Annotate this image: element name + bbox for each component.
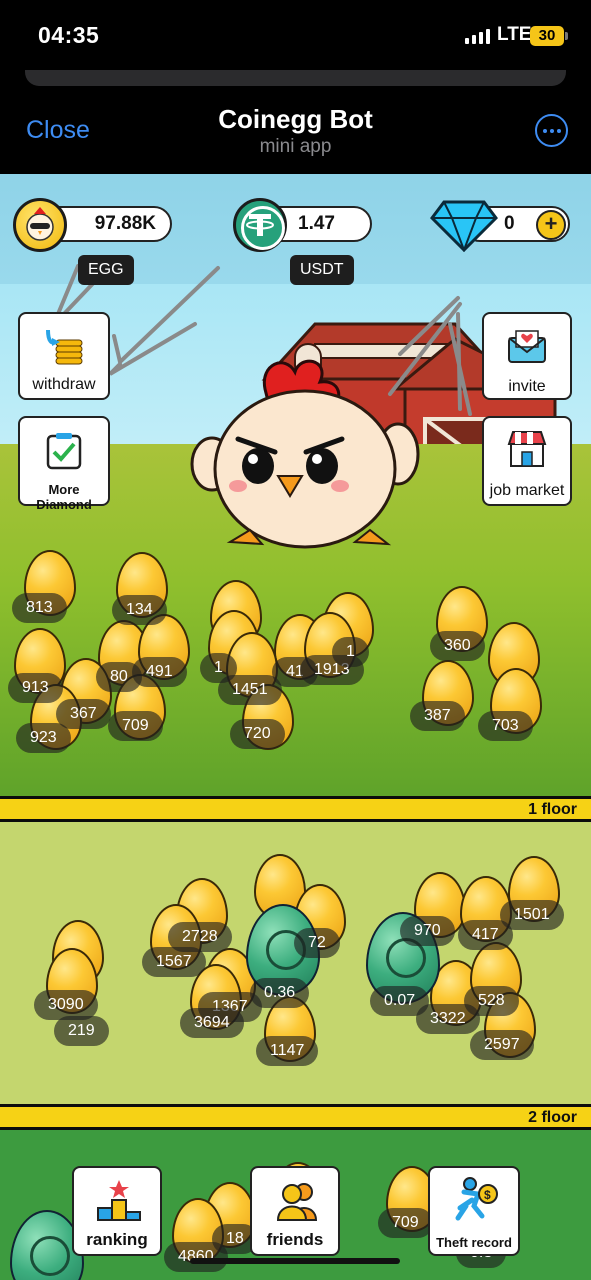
storefront-icon — [507, 431, 547, 467]
egg-value-label: 134 — [112, 595, 167, 625]
friends-label: friends — [266, 1230, 324, 1249]
diamond-balance-value: 0 — [504, 213, 515, 234]
home-indicator[interactable] — [190, 1258, 400, 1264]
friends-icon — [276, 1183, 318, 1221]
egg-coin-icon — [13, 198, 67, 252]
egg-tag: EGG — [78, 255, 134, 285]
egg-value-label: 2597 — [470, 1030, 534, 1060]
svg-text:$: $ — [484, 1188, 491, 1202]
ranking-label: ranking — [86, 1230, 148, 1249]
app-title: Coinegg Bot — [218, 104, 373, 134]
add-diamond-button[interactable]: + — [536, 210, 566, 240]
egg-value-label: 1451 — [218, 675, 282, 705]
egg-value-label: 703 — [478, 711, 533, 741]
egg-balance-value: 97.88K — [94, 213, 156, 234]
egg-value-label: 417 — [458, 920, 513, 950]
egg-value-label: 387 — [410, 701, 465, 731]
egg-value-label: 720 — [230, 719, 285, 749]
egg-value-label: 813 — [12, 593, 67, 623]
egg-value-label: 709 — [378, 1208, 433, 1238]
coin-stack-icon — [46, 329, 83, 365]
signal-icon — [465, 28, 490, 44]
diamond-icon — [430, 200, 498, 252]
withdraw-button[interactable]: withdraw — [18, 312, 110, 400]
invite-button[interactable]: invite — [482, 312, 572, 400]
podium-icon — [97, 1180, 141, 1221]
egg-value-label: 923 — [16, 723, 71, 753]
egg-value-label: 1567 — [142, 947, 206, 977]
withdraw-label: withdraw — [32, 376, 96, 393]
invite-label: invite — [508, 378, 546, 395]
floor-2-label: 2 floor — [528, 1109, 577, 1126]
sheet-handle[interactable] — [25, 70, 566, 86]
egg-value-label: 913 — [8, 673, 63, 703]
clipboard-check-icon — [46, 433, 82, 470]
game-area: 97.88K EGG 1.47 USDT 0 + withdraw More D… — [0, 174, 591, 1280]
more-diamond-button[interactable]: More Diamond — [18, 416, 110, 512]
status-bar: 04:35 LTE 30 — [0, 0, 591, 70]
battery-tip — [565, 32, 568, 40]
usdt-balance-value: 1.47 — [298, 213, 335, 234]
job-market-button[interactable]: job market — [482, 416, 572, 506]
mini-app-header: Close Coinegg Bot mini app — [0, 70, 591, 174]
egg-value-label: 491 — [132, 657, 187, 687]
friends-button[interactable]: friends — [250, 1166, 340, 1256]
app-subtitle: mini app — [259, 136, 332, 157]
egg-value-label: 3322 — [416, 1004, 480, 1034]
egg-value-label: 1147 — [256, 1036, 319, 1066]
egg-value-label: 360 — [430, 631, 485, 661]
ranking-button[interactable]: ranking — [72, 1166, 162, 1256]
egg-value-label: 4860 — [164, 1242, 228, 1272]
theft-record-label: Theft record — [436, 1235, 512, 1250]
battery-icon: 30 — [530, 26, 564, 46]
network-label: LTE — [497, 24, 532, 45]
floor-1-label: 1 floor — [528, 801, 577, 818]
usdt-coin-icon — [233, 198, 287, 252]
handdrawn-arrow-scribbles — [48, 264, 472, 416]
job-market-label: job market — [489, 482, 565, 499]
envelope-heart-icon — [508, 330, 546, 363]
usdt-tag: USDT — [290, 255, 354, 285]
floor-1-band: 1 floor — [0, 796, 591, 822]
egg-value-label: 1 — [332, 637, 369, 667]
egg-value-label: 970 — [400, 916, 455, 946]
floor-2-band: 2 floor — [0, 1104, 591, 1130]
status-time: 04:35 — [38, 22, 100, 48]
egg-value-label: 3694 — [180, 1008, 244, 1038]
thief-icon: $ — [455, 1177, 498, 1221]
more-options-icon[interactable] — [535, 114, 568, 147]
theft-record-button[interactable]: $ Theft record — [428, 1166, 520, 1256]
egg-value-label: 709 — [108, 711, 163, 741]
egg-value-label: 72 — [294, 928, 340, 958]
egg-value-label: 219 — [54, 1016, 109, 1046]
more-diamond-label: More Diamond — [36, 482, 92, 512]
